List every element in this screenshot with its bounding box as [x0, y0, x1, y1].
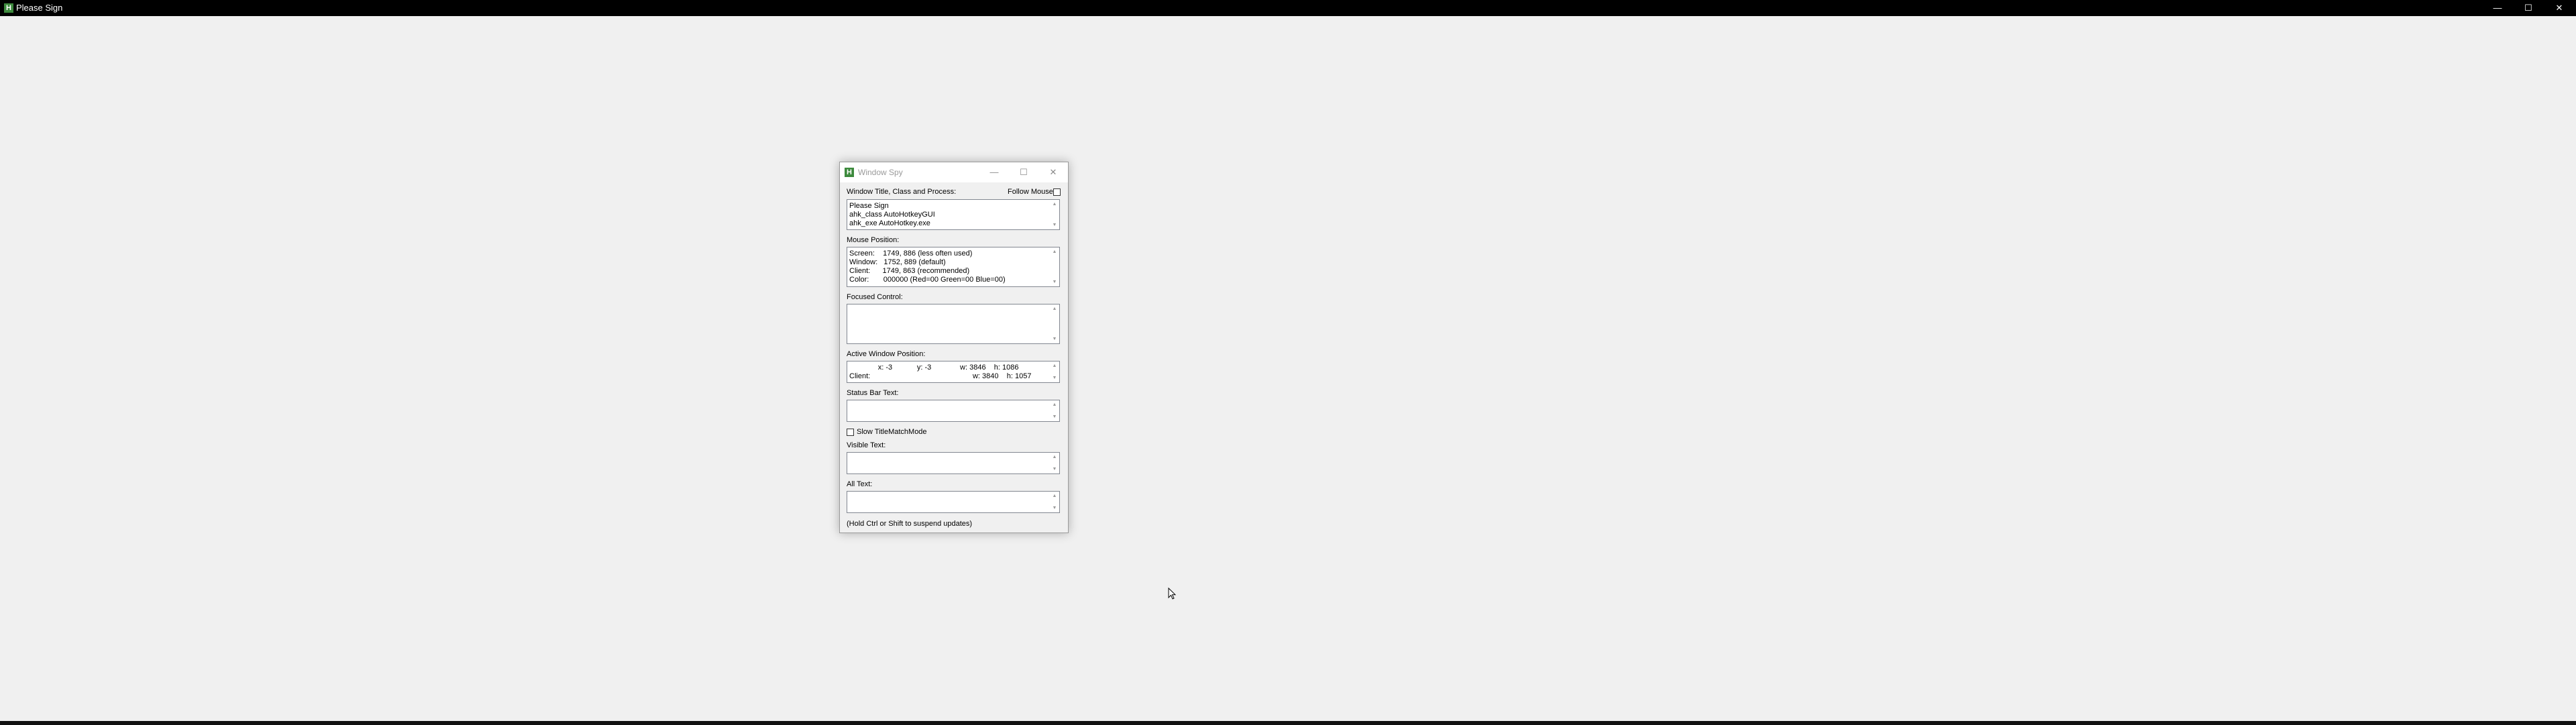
scroll-down-icon[interactable]: ▼: [1051, 279, 1058, 285]
scroll-up-icon[interactable]: ▲: [1051, 201, 1058, 207]
scroll-down-icon[interactable]: ▼: [1051, 336, 1058, 342]
main-maximize-button[interactable]: ☐: [2513, 0, 2544, 16]
visible-text-label: Visible Text:: [847, 441, 886, 449]
scroll-up-icon[interactable]: ▲: [1051, 306, 1058, 312]
title-class-process-text: Please Sign ahk_class AutoHotkeyGUI ahk_…: [849, 202, 935, 227]
scroll-up-icon[interactable]: ▲: [1051, 493, 1058, 499]
spy-maximize-button[interactable]: ☐: [1009, 162, 1038, 182]
slow-titlematchmode-checkbox[interactable]: [847, 429, 854, 436]
active-window-position-text: x: -3 y: -3 w: 3846 h: 1086 Client: w: 3…: [849, 364, 1032, 380]
scroll-down-icon[interactable]: ▼: [1051, 222, 1058, 228]
all-text-textbox[interactable]: ▲ ▼: [847, 491, 1060, 513]
slow-titlematchmode-label: Slow TitleMatchMode: [857, 428, 927, 436]
active-window-position-label: Active Window Position:: [847, 350, 926, 358]
scroll-up-icon[interactable]: ▲: [1051, 402, 1058, 408]
window-spy-title: Window Spy: [858, 168, 903, 177]
spy-close-button[interactable]: ✕: [1038, 162, 1068, 182]
autohotkey-spy-icon: H: [845, 168, 854, 177]
focused-control-textbox[interactable]: ▲ ▼: [847, 304, 1060, 344]
focused-control-label: Focused Control:: [847, 293, 903, 301]
follow-mouse-checkbox[interactable]: [1053, 188, 1061, 196]
window-spy-dialog: H Window Spy — ☐ ✕ Window Title, Class a…: [839, 162, 1069, 533]
main-close-button[interactable]: ✕: [2544, 0, 2575, 16]
scroll-down-icon[interactable]: ▼: [1051, 505, 1058, 511]
main-title-bar[interactable]: H Please Sign — ☐ ✕: [0, 0, 2576, 16]
title-class-process-label: Window Title, Class and Process:: [847, 188, 957, 196]
scroll-up-icon[interactable]: ▲: [1051, 454, 1058, 460]
main-window-title: Please Sign: [16, 3, 63, 13]
scroll-down-icon[interactable]: ▼: [1051, 466, 1058, 472]
mouse-position-textbox[interactable]: Screen: 1749, 886 (less often used) Wind…: [847, 247, 1060, 287]
autohotkey-app-icon: H: [4, 3, 13, 13]
window-spy-title-bar[interactable]: H Window Spy — ☐ ✕: [840, 162, 1068, 182]
suspend-updates-hint: (Hold Ctrl or Shift to suspend updates): [847, 520, 973, 528]
follow-mouse-label: Follow Mouse: [1008, 188, 1053, 196]
scroll-up-icon[interactable]: ▲: [1051, 363, 1058, 369]
main-window-bottom-border: [0, 721, 2576, 725]
visible-text-textbox[interactable]: ▲ ▼: [847, 452, 1060, 474]
scroll-up-icon[interactable]: ▲: [1051, 249, 1058, 255]
mouse-position-label: Mouse Position:: [847, 236, 900, 244]
main-minimize-button[interactable]: —: [2482, 0, 2513, 16]
mouse-cursor-icon: [1168, 588, 1176, 600]
scroll-down-icon[interactable]: ▼: [1051, 414, 1058, 420]
scroll-down-icon[interactable]: ▼: [1051, 375, 1058, 381]
mouse-position-text: Screen: 1749, 886 (less often used) Wind…: [849, 249, 1006, 284]
active-window-position-textbox[interactable]: x: -3 y: -3 w: 3846 h: 1086 Client: w: 3…: [847, 361, 1060, 383]
status-bar-text-label: Status Bar Text:: [847, 389, 899, 397]
title-class-process-textbox[interactable]: Please Sign ahk_class AutoHotkeyGUI ahk_…: [847, 199, 1060, 230]
status-bar-textbox[interactable]: ▲ ▼: [847, 400, 1060, 422]
spy-minimize-button[interactable]: —: [979, 162, 1009, 182]
all-text-label: All Text:: [847, 480, 873, 488]
